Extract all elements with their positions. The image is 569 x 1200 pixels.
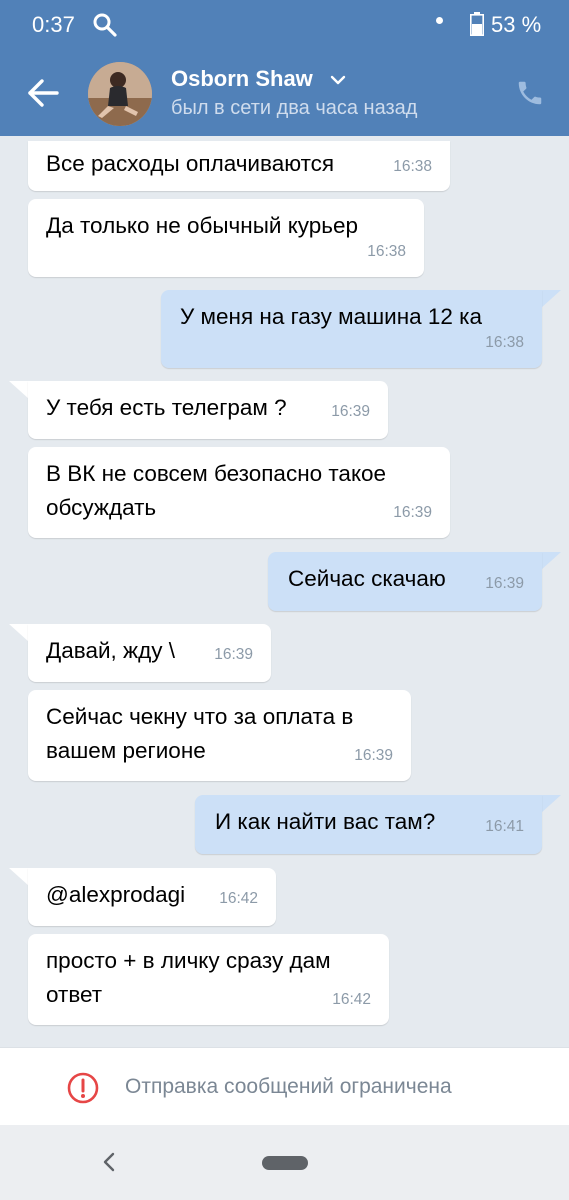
contact-status: был в сети два часа назад — [171, 97, 418, 119]
message-time: 16:38 — [485, 334, 524, 351]
avatar[interactable] — [88, 62, 152, 126]
message-bubble[interactable]: У меня на газу машина 12 ка 16:38 — [161, 290, 542, 368]
phone-icon[interactable] — [515, 78, 545, 108]
bubble-tail — [9, 624, 29, 642]
search-icon — [93, 13, 117, 37]
message-time: 16:41 — [485, 818, 524, 835]
warning-icon — [67, 1072, 99, 1104]
message-text: Все расходы оплачиваются — [46, 151, 335, 176]
nav-home-pill[interactable] — [262, 1156, 308, 1170]
message-text: У тебя есть телеграм ? — [46, 395, 287, 420]
chat-header: Osborn Shaw был в сети два часа назад — [0, 52, 569, 136]
message-time: 16:39 — [485, 575, 524, 592]
message-time: 16:39 — [331, 403, 370, 420]
message-time: 16:39 — [393, 504, 432, 521]
message-text: В ВК не совсем безопасно такое обсуждать — [46, 461, 387, 520]
bubble-tail — [9, 381, 29, 399]
message-bubble[interactable]: И как найти вас там? 16:41 — [195, 795, 542, 854]
messaging-restricted-bar: Отправка сообщений ограничена — [0, 1047, 569, 1126]
message-bubble[interactable]: В ВК не совсем безопасно такое обсуждать… — [28, 447, 450, 538]
message-bubble[interactable]: У тебя есть телеграм ? 16:39 — [28, 381, 388, 439]
chevron-down-icon[interactable] — [330, 74, 346, 86]
bubble-tail — [541, 290, 561, 308]
bubble-tail — [541, 552, 561, 570]
contact-name[interactable]: Osborn Shaw — [171, 66, 313, 92]
message-bubble[interactable]: Сейчас скачаю 16:39 — [268, 552, 542, 611]
message-time: 16:42 — [332, 991, 371, 1008]
message-time: 16:39 — [354, 747, 393, 764]
back-arrow-icon[interactable] — [26, 76, 60, 110]
message-text: У меня на газу машина 12 ка — [180, 304, 483, 329]
message-bubble[interactable]: Все расходы оплачиваются 16:38 — [28, 141, 450, 191]
message-bubble[interactable]: Давай, жду \ 16:39 — [28, 624, 271, 682]
message-time: 16:42 — [219, 890, 258, 907]
bubble-tail — [9, 868, 29, 886]
message-time: 16:38 — [367, 243, 406, 260]
message-text: И как найти вас там? — [215, 809, 436, 834]
message-time: 16:39 — [214, 646, 253, 663]
notification-dot-icon — [436, 17, 443, 24]
message-bubble[interactable]: просто + в личку сразу дам ответ 16:42 — [28, 934, 389, 1025]
message-text: просто + в личку сразу дам ответ — [46, 948, 331, 1007]
status-time: 0:37 — [32, 12, 75, 37]
message-bubble[interactable]: Да только не обычный курьер 16:38 — [28, 199, 424, 277]
message-text: Сейчас чекну что за оплата в вашем регио… — [46, 704, 354, 763]
avatar-image — [88, 62, 152, 126]
battery-icon — [470, 12, 484, 36]
bubble-tail — [541, 795, 561, 813]
nav-back-icon[interactable] — [100, 1151, 118, 1173]
message-text: Да только не обычный курьер — [46, 213, 359, 238]
restriction-text: Отправка сообщений ограничена — [125, 1075, 452, 1098]
battery-percent: 53 % — [491, 12, 542, 37]
message-bubble[interactable]: @alexprodagi 16:42 — [28, 868, 276, 926]
message-time: 16:38 — [393, 158, 432, 175]
message-bubble[interactable]: Сейчас чекну что за оплата в вашем регио… — [28, 690, 411, 781]
status-bar: 0:37 53 % — [0, 0, 569, 52]
system-nav-bar — [0, 1125, 569, 1200]
